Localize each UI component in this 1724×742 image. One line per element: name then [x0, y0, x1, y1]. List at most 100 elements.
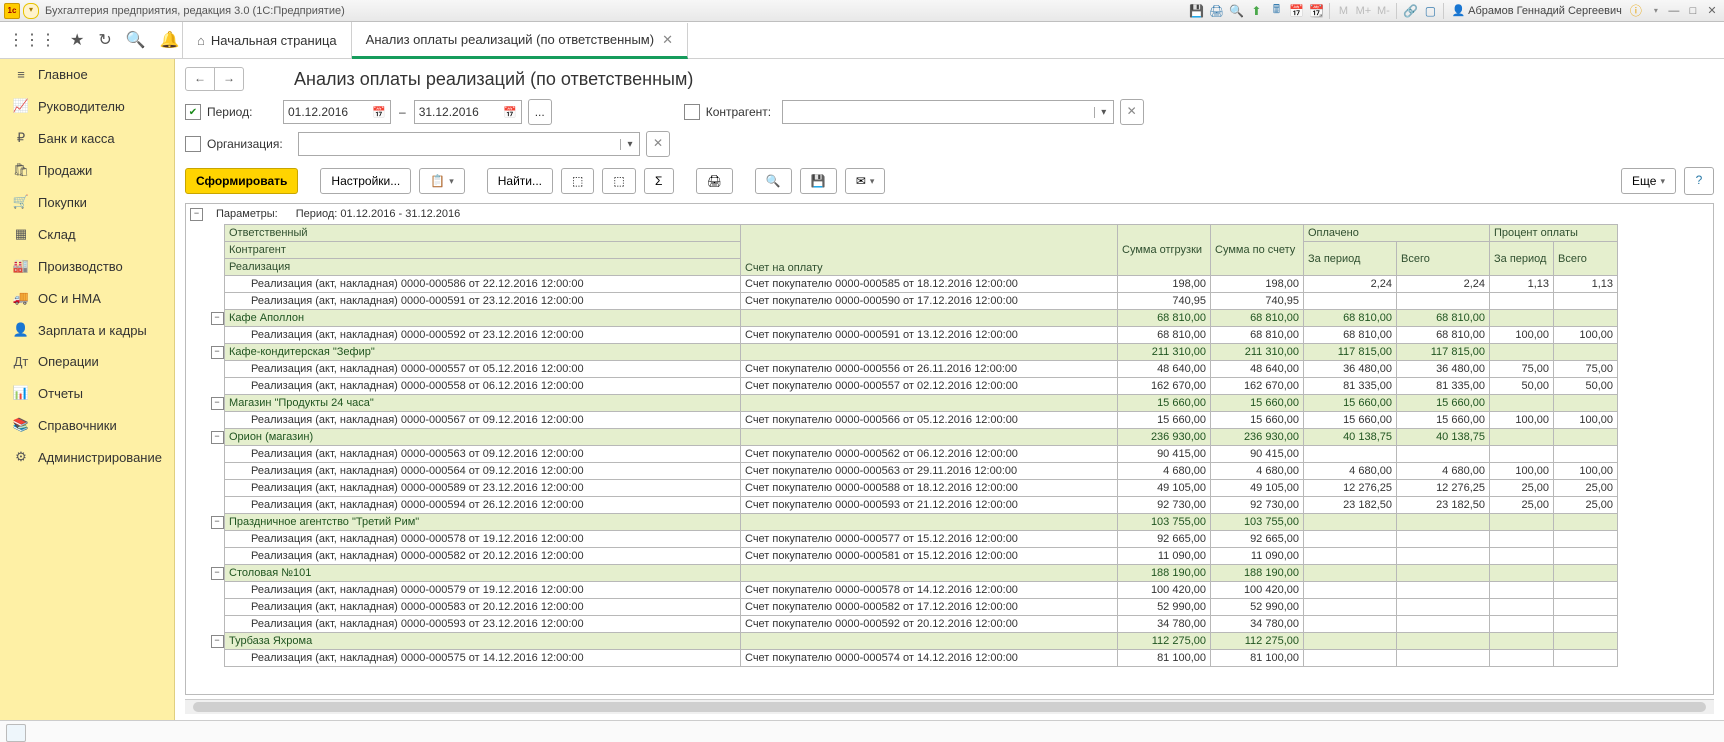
mem-mminus-button[interactable]: M-	[1374, 3, 1392, 19]
period-picker-button[interactable]: ...	[528, 99, 552, 125]
variants-button[interactable]: 📋▾	[419, 168, 464, 194]
contragent-checkbox[interactable]	[684, 104, 700, 120]
table-row[interactable]: Реализация (акт, накладная) 0000-000557 …	[210, 361, 1618, 378]
date-to-input[interactable]: 31.12.2016 📅	[414, 100, 522, 124]
contragent-clear-button[interactable]: ✕	[1120, 99, 1144, 125]
org-checkbox[interactable]	[185, 136, 201, 152]
sidebar-item-3[interactable]: 🛍Продажи	[0, 154, 174, 186]
app-menu-dropdown-icon[interactable]: ▾	[23, 3, 39, 19]
minimize-button[interactable]: —	[1666, 5, 1682, 17]
scrollbar-thumb[interactable]	[193, 702, 1706, 712]
group-toggle-icon[interactable]: −	[211, 431, 224, 444]
group-toggle-icon[interactable]: −	[211, 567, 224, 580]
period-checkbox[interactable]: ✔	[185, 104, 201, 120]
sidebar-item-12[interactable]: ⚙Администрирование	[0, 441, 174, 473]
settings-button[interactable]: Настройки...	[320, 168, 411, 194]
sum-button[interactable]: Σ	[644, 168, 674, 194]
table-row[interactable]: Реализация (акт, накладная) 0000-000582 …	[210, 548, 1618, 565]
sidebar-item-8[interactable]: 👤Зарплата и кадры	[0, 314, 174, 346]
table-row[interactable]: Реализация (акт, накладная) 0000-000592 …	[210, 327, 1618, 344]
table-row[interactable]: −Праздничное агентство "Третий Рим"103 7…	[210, 514, 1618, 531]
calculator-icon[interactable]: 🖩	[1267, 3, 1285, 19]
print-icon[interactable]: 🖨	[1207, 3, 1225, 19]
sidebar-item-6[interactable]: 🏭Производство	[0, 250, 174, 282]
apps-icon[interactable]: ⋮⋮⋮	[8, 30, 56, 50]
help-button[interactable]: ?	[1684, 167, 1714, 195]
table-row[interactable]: Реализация (акт, накладная) 0000-000589 …	[210, 480, 1618, 497]
calendar-to-icon[interactable]: 📅	[503, 106, 517, 119]
sidebar-item-11[interactable]: 📚Справочники	[0, 409, 174, 441]
calendar-from-icon[interactable]: 📅	[372, 106, 386, 119]
preview-report-button[interactable]: 🔍	[755, 168, 792, 194]
date-from-input[interactable]: 01.12.2016 📅	[283, 100, 391, 124]
group-toggle-icon[interactable]: −	[211, 397, 224, 410]
outline-toggle-top[interactable]: −	[190, 208, 203, 221]
calendar-icon[interactable]: 📅	[1287, 3, 1305, 19]
group-toggle-icon[interactable]: −	[211, 346, 224, 359]
nav-forward-button[interactable]: →	[215, 67, 244, 91]
sidebar-item-1[interactable]: 📈Руководителю	[0, 90, 174, 122]
close-button[interactable]: ✕	[1704, 4, 1720, 17]
sidebar-item-10[interactable]: 📊Отчеты	[0, 377, 174, 409]
sidebar-item-0[interactable]: ≡Главное	[0, 59, 174, 90]
table-row[interactable]: −Столовая №101188 190,00188 190,00	[210, 565, 1618, 582]
table-row[interactable]: −Орион (магазин)236 930,00236 930,0040 1…	[210, 429, 1618, 446]
save-icon[interactable]: 💾	[1187, 3, 1205, 19]
table-row[interactable]: −Кафе-кондитерская "Зефир"211 310,00211 …	[210, 344, 1618, 361]
collapse-button[interactable]: ⬚	[602, 168, 635, 194]
maximize-button[interactable]: □	[1685, 5, 1701, 17]
nav-back-button[interactable]: ←	[185, 67, 215, 91]
calendar2-icon[interactable]: 📆	[1307, 3, 1325, 19]
send-email-button[interactable]: ✉▾	[845, 168, 886, 194]
mem-m-button[interactable]: M	[1334, 3, 1352, 19]
table-row[interactable]: Реализация (акт, накладная) 0000-000578 …	[210, 531, 1618, 548]
group-toggle-icon[interactable]: −	[211, 635, 224, 648]
tab-active[interactable]: Анализ оплаты реализаций (по ответственн…	[352, 23, 688, 59]
org-clear-button[interactable]: ✕	[646, 131, 670, 157]
table-row[interactable]: Реализация (акт, накладная) 0000-000575 …	[210, 650, 1618, 667]
compare-icon[interactable]: ⬆	[1247, 3, 1265, 19]
contragent-dropdown-icon[interactable]: ▾	[1094, 107, 1113, 118]
generate-button[interactable]: Сформировать	[185, 168, 298, 194]
group-toggle-icon[interactable]: −	[211, 516, 224, 529]
sidebar-item-9[interactable]: ДтОперации	[0, 346, 174, 377]
org-dropdown-icon[interactable]: ▾	[620, 139, 639, 150]
link-icon[interactable]: 🔗	[1401, 3, 1419, 19]
contragent-combo[interactable]: ▾	[782, 100, 1114, 124]
window-icon[interactable]: ▢	[1421, 3, 1439, 19]
sidebar-item-2[interactable]: ₽Банк и касса	[0, 122, 174, 154]
group-toggle-icon[interactable]: −	[211, 312, 224, 325]
current-user[interactable]: 👤 Абрамов Геннадий Сергеевич	[1451, 4, 1621, 17]
sidebar-item-4[interactable]: 🛒Покупки	[0, 186, 174, 218]
panel-toggle-icon[interactable]	[6, 724, 26, 742]
save-report-button[interactable]: 💾	[800, 168, 837, 194]
table-row[interactable]: −Магазин "Продукты 24 часа"15 660,0015 6…	[210, 395, 1618, 412]
print-report-button[interactable]: 🖨	[696, 168, 733, 194]
table-row[interactable]: Реализация (акт, накладная) 0000-000579 …	[210, 582, 1618, 599]
info-icon[interactable]: ⓘ	[1627, 3, 1645, 19]
org-combo[interactable]: ▾	[298, 132, 640, 156]
table-row[interactable]: Реализация (акт, накладная) 0000-000586 …	[210, 276, 1618, 293]
info-dropdown-icon[interactable]: ▾	[1647, 3, 1665, 19]
table-row[interactable]: Реализация (акт, накладная) 0000-000564 …	[210, 463, 1618, 480]
search-icon[interactable]: 🔍	[126, 30, 146, 50]
table-row[interactable]: −Кафе Аполлон68 810,0068 810,0068 810,00…	[210, 310, 1618, 327]
find-button[interactable]: Найти...	[487, 168, 553, 194]
notifications-icon[interactable]: 🔔	[160, 30, 180, 50]
history-icon[interactable]: ↻	[98, 30, 111, 50]
table-row[interactable]: Реализация (акт, накладная) 0000-000583 …	[210, 599, 1618, 616]
preview-icon[interactable]: 🔍	[1227, 3, 1245, 19]
table-row[interactable]: Реализация (акт, накладная) 0000-000594 …	[210, 497, 1618, 514]
horizontal-scrollbar[interactable]	[185, 699, 1714, 714]
expand-button[interactable]: ⬚	[561, 168, 594, 194]
table-row[interactable]: Реализация (акт, накладная) 0000-000593 …	[210, 616, 1618, 633]
table-row[interactable]: Реализация (акт, накладная) 0000-000591 …	[210, 293, 1618, 310]
table-row[interactable]: Реализация (акт, накладная) 0000-000567 …	[210, 412, 1618, 429]
tab-close-icon[interactable]: ✕	[662, 32, 673, 48]
table-row[interactable]: Реализация (акт, накладная) 0000-000563 …	[210, 446, 1618, 463]
mem-mplus-button[interactable]: M+	[1354, 3, 1372, 19]
favorites-icon[interactable]: ★	[70, 30, 84, 50]
table-row[interactable]: Реализация (акт, накладная) 0000-000558 …	[210, 378, 1618, 395]
tab-home[interactable]: ⌂ Начальная страница	[182, 22, 352, 58]
more-button[interactable]: Еще ▾	[1621, 168, 1676, 194]
